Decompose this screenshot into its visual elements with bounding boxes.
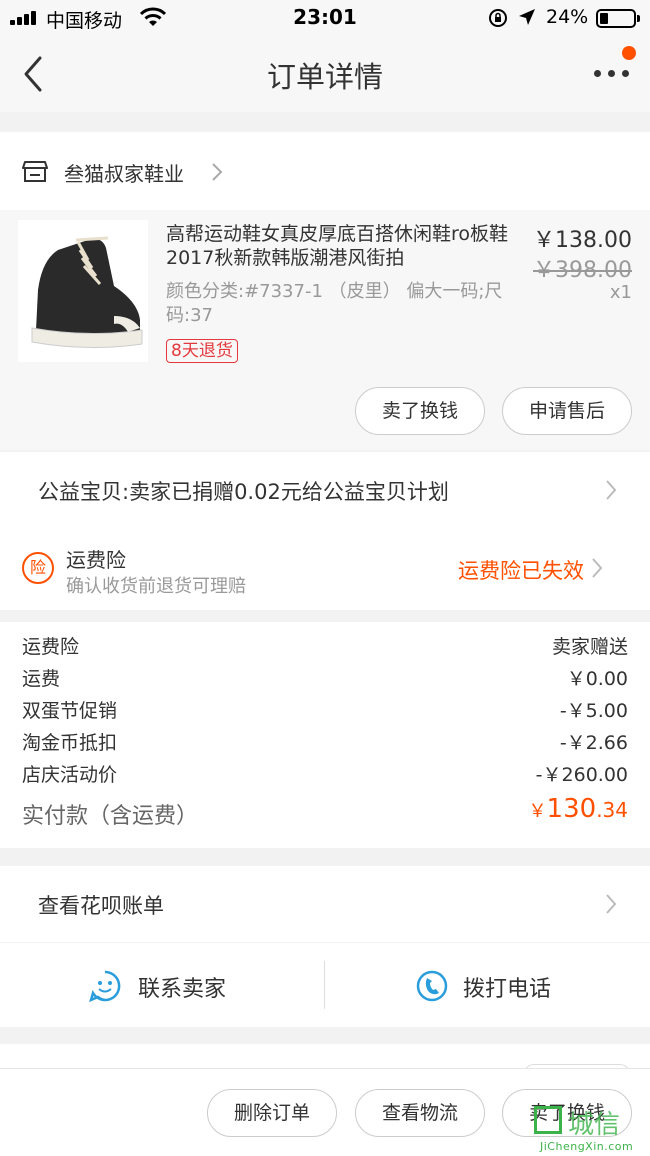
- charity-text: 公益宝贝:卖家已捐赠0.02元给公益宝贝计划: [38, 480, 449, 504]
- fee-row: 运费 ￥0.00: [22, 660, 628, 692]
- fee-row: 双蛋节促销 -￥5.00: [22, 692, 628, 724]
- store-icon: [22, 161, 48, 182]
- shop-name: 叁猫叔家鞋业: [64, 162, 184, 186]
- fee-label: 运费: [22, 668, 61, 690]
- watermark-logo: 城信 JiChengXin.com: [532, 1104, 650, 1156]
- notification-dot: [622, 46, 636, 60]
- resell-button[interactable]: 卖了换钱: [355, 387, 485, 435]
- page-title: 订单详情: [266, 60, 383, 94]
- call-phone-button[interactable]: 拨打电话: [325, 943, 650, 1027]
- call-phone-label: 拨打电话: [463, 977, 552, 1002]
- view-logistics-button[interactable]: 查看物流: [355, 1089, 485, 1137]
- total-decimal: .34: [596, 798, 628, 822]
- total-amount: ￥130.34: [529, 794, 628, 824]
- orientation-lock-icon: [489, 9, 507, 27]
- total-paid-row: 实付款（含运费） ￥130.34: [22, 794, 628, 834]
- watermark-en: JiChengXin.com: [540, 1140, 634, 1153]
- total-currency: ￥: [528, 801, 547, 822]
- product-name[interactable]: 高帮运动鞋女真皮厚底百搭休闲鞋ro板鞋2017秋新款韩版潮港风街拍: [166, 222, 512, 270]
- nav-bar: 订单详情: [0, 36, 650, 112]
- location-arrow-icon: [519, 9, 535, 25]
- insurance-status: 运费险已失效: [458, 559, 584, 583]
- battery-icon: [596, 9, 636, 28]
- fee-row: 淘金币抵扣 -￥2.66: [22, 724, 628, 756]
- after-sales-button[interactable]: 申请售后: [502, 387, 632, 435]
- fee-value: ￥0.00: [566, 668, 628, 690]
- total-label: 实付款（含运费）: [22, 804, 199, 829]
- fee-label: 店庆活动价: [22, 764, 118, 786]
- chevron-right-icon: [606, 480, 617, 500]
- shipping-insurance-row[interactable]: 险 运费险 确认收货前退货可理赔 运费险已失效: [0, 528, 650, 610]
- fee-label: 运费险: [22, 636, 80, 658]
- chevron-right-icon: [606, 894, 617, 914]
- battery-tip: [637, 15, 640, 22]
- delete-order-button[interactable]: 删除订单: [207, 1089, 337, 1137]
- original-price: ￥398.00: [533, 258, 632, 283]
- sneaker-icon: [31, 236, 143, 349]
- contact-seller-label: 联系卖家: [138, 977, 227, 1002]
- contact-seller-button[interactable]: 联系卖家: [0, 943, 325, 1027]
- fee-value: -￥5.00: [559, 700, 628, 722]
- fee-row: 店庆活动价 -￥260.00: [22, 756, 628, 788]
- fee-label: 淘金币抵扣: [22, 732, 118, 754]
- fee-label: 双蛋节促销: [22, 700, 118, 722]
- fee-row: 运费险 卖家赠送: [22, 628, 628, 660]
- return-policy-tag: 8天退货: [166, 339, 238, 363]
- fee-breakdown: 运费险 卖家赠送 运费 ￥0.00 双蛋节促销 -￥5.00 淘金币抵扣 -￥2…: [0, 622, 650, 848]
- charity-row[interactable]: 公益宝贝:卖家已捐赠0.02元给公益宝贝计划: [0, 452, 650, 528]
- product-price: ￥138.00: [533, 228, 632, 253]
- chat-icon: [89, 970, 121, 1003]
- insurance-subtitle: 确认收货前退货可理赔: [66, 576, 246, 597]
- insurance-title: 运费险: [66, 548, 126, 572]
- huabei-text: 查看花呗账单: [38, 894, 164, 918]
- chevron-right-icon: [592, 558, 603, 578]
- shop-row[interactable]: 叁猫叔家鞋业: [0, 132, 650, 210]
- fee-value: -￥2.66: [559, 732, 628, 754]
- status-bar: 中国移动 23:01 24%: [0, 0, 650, 36]
- fee-value: 卖家赠送: [551, 636, 628, 658]
- insurance-badge-icon: 险: [22, 552, 54, 584]
- fee-value: -￥260.00: [535, 764, 628, 786]
- watermark-cn: 城信: [568, 1110, 621, 1140]
- contact-bar: 联系卖家 拨打电话: [0, 943, 650, 1027]
- phone-icon: [416, 970, 448, 1002]
- product-quantity: x1: [609, 282, 632, 303]
- battery-percent: 24%: [546, 6, 589, 28]
- product-sku: 颜色分类:#7337-1 （皮里） 偏大一码;尺码:37: [166, 281, 503, 326]
- product-item[interactable]: 高帮运动鞋女真皮厚底百搭休闲鞋ro板鞋2017秋新款韩版潮港风街拍 颜色分类:#…: [0, 210, 650, 450]
- huabei-bill-row[interactable]: 查看花呗账单: [0, 866, 650, 942]
- more-menu-icon[interactable]: [594, 70, 630, 80]
- product-image[interactable]: [18, 220, 148, 362]
- watermark-square-icon: [534, 1106, 562, 1134]
- chevron-right-icon: [212, 163, 223, 181]
- total-integer: 130: [546, 794, 597, 824]
